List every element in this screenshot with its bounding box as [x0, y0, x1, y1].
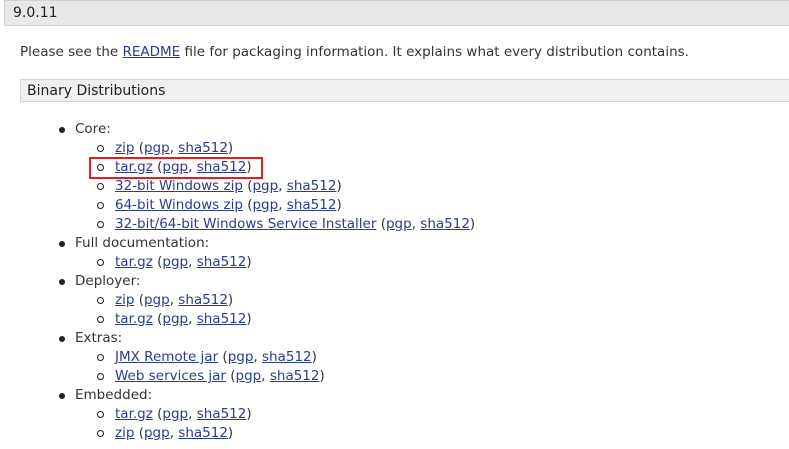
- download-link[interactable]: 64-bit Windows zip: [115, 197, 243, 213]
- version-header: 9.0.11: [4, 0, 789, 26]
- group-label: Core:: [75, 121, 111, 137]
- download-item: zip (pgp, sha512): [75, 139, 475, 158]
- section-title: Binary Distributions: [27, 83, 166, 99]
- download-item: JMX Remote jar (pgp, sha512): [75, 348, 475, 367]
- intro-before: Please see the: [20, 44, 123, 60]
- intro-text: Please see the README file for packaging…: [20, 44, 689, 60]
- pgp-link[interactable]: pgp: [162, 406, 188, 422]
- pgp-link[interactable]: pgp: [386, 216, 412, 232]
- group-items: tar.gz (pgp, sha512) zip (pgp, sha512): [75, 405, 475, 443]
- download-item: Web services jar (pgp, sha512): [75, 367, 475, 386]
- download-link[interactable]: zip: [115, 292, 134, 308]
- sha512-link[interactable]: sha512: [287, 197, 337, 213]
- download-item: tar.gz (pgp, sha512): [75, 310, 475, 329]
- sha512-link[interactable]: sha512: [178, 425, 228, 441]
- distribution-group: Full documentation: tar.gz (pgp, sha512): [0, 234, 475, 272]
- group-items: JMX Remote jar (pgp, sha512) Web services…: [75, 348, 475, 386]
- group-items: zip (pgp, sha512) tar.gz (pgp, sha512) 32-…: [75, 139, 475, 234]
- pgp-link[interactable]: pgp: [162, 311, 188, 327]
- pgp-link[interactable]: pgp: [228, 349, 254, 365]
- download-link[interactable]: 32-bit/64-bit Windows Service Installer: [115, 216, 376, 232]
- download-item: tar.gz (pgp, sha512): [75, 405, 475, 424]
- sha512-link[interactable]: sha512: [178, 140, 228, 156]
- sha512-link[interactable]: sha512: [420, 216, 470, 232]
- pgp-link[interactable]: pgp: [236, 368, 262, 384]
- download-item: 32-bit Windows zip (pgp, sha512): [75, 177, 475, 196]
- group-label: Extras:: [75, 330, 123, 346]
- group-label: Full documentation:: [75, 235, 210, 251]
- highlight-box: [89, 157, 263, 179]
- distribution-group: Deployer: zip (pgp, sha512) tar.gz (pgp, s…: [0, 272, 475, 329]
- pgp-link[interactable]: pgp: [252, 197, 278, 213]
- pgp-link[interactable]: pgp: [144, 425, 170, 441]
- pgp-link[interactable]: pgp: [144, 140, 170, 156]
- download-item: 32-bit/64-bit Windows Service Installer …: [75, 215, 475, 234]
- group-label: Deployer:: [75, 273, 141, 289]
- intro-after: file for packaging information. It expla…: [180, 44, 689, 60]
- sha512-link[interactable]: sha512: [270, 368, 320, 384]
- distribution-group: Embedded: tar.gz (pgp, sha512) zip (pgp, s…: [0, 386, 475, 443]
- download-item: 64-bit Windows zip (pgp, sha512): [75, 196, 475, 215]
- group-label: Embedded:: [75, 387, 153, 403]
- pgp-link[interactable]: pgp: [252, 178, 278, 194]
- download-item: zip (pgp, sha512): [75, 291, 475, 310]
- sha512-link[interactable]: sha512: [178, 292, 228, 308]
- sha512-link[interactable]: sha512: [197, 406, 247, 422]
- sha512-link[interactable]: sha512: [197, 254, 247, 270]
- pgp-link[interactable]: pgp: [162, 254, 188, 270]
- distribution-group: Extras: JMX Remote jar (pgp, sha512) Web s…: [0, 329, 475, 386]
- download-item: tar.gz (pgp, sha512): [75, 253, 475, 272]
- sha512-link[interactable]: sha512: [197, 311, 247, 327]
- readme-link[interactable]: README: [122, 44, 180, 60]
- download-link[interactable]: tar.gz: [115, 254, 153, 270]
- download-link[interactable]: tar.gz: [115, 311, 153, 327]
- sha512-link[interactable]: sha512: [287, 178, 337, 194]
- download-link[interactable]: JMX Remote jar: [115, 349, 218, 365]
- download-link[interactable]: Web services jar: [115, 368, 226, 384]
- download-link[interactable]: zip: [115, 140, 134, 156]
- section-header: Binary Distributions: [20, 79, 789, 102]
- pgp-link[interactable]: pgp: [144, 292, 170, 308]
- version-title: 9.0.11: [13, 5, 58, 21]
- download-item: zip (pgp, sha512): [75, 424, 475, 443]
- sha512-link[interactable]: sha512: [262, 349, 312, 365]
- group-items: zip (pgp, sha512) tar.gz (pgp, sha512): [75, 291, 475, 329]
- download-link[interactable]: zip: [115, 425, 134, 441]
- download-link[interactable]: 32-bit Windows zip: [115, 178, 243, 194]
- download-link[interactable]: tar.gz: [115, 406, 153, 422]
- group-items: tar.gz (pgp, sha512): [75, 253, 475, 272]
